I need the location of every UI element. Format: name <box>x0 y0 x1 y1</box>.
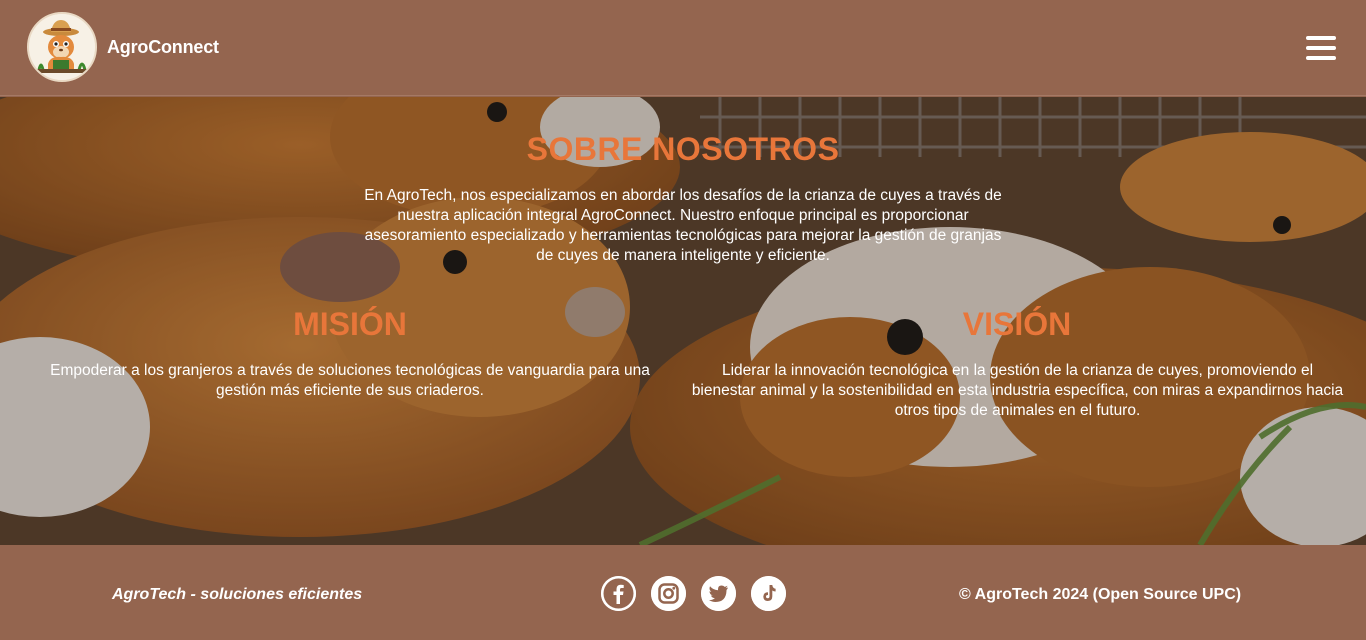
tiktok-icon[interactable] <box>751 576 786 611</box>
mision-title: MISIÓN <box>293 306 407 342</box>
footer-copyright: © AgroTech 2024 (Open Source UPC) <box>959 586 1242 603</box>
vision-text: Liderar la innovación tecnológica en la … <box>691 362 1344 419</box>
twitter-icon[interactable] <box>701 576 736 611</box>
vision-title: VISIÓN <box>962 306 1072 342</box>
social-links <box>601 576 786 611</box>
brand-name[interactable]: AgroConnect <box>107 37 219 58</box>
menu-line <box>1306 46 1336 50</box>
about-title: SOBRE NOSOTROS <box>526 131 840 167</box>
site-header: AgroConnect <box>0 0 1366 96</box>
site-footer: AgroTech - soluciones eficientes © AgroT… <box>0 545 1366 640</box>
about-section: SOBRE NOSOTROS En AgroTech, nos especial… <box>0 97 1366 545</box>
about-text: En AgroTech, nos especializamos en abord… <box>364 187 1002 264</box>
mision-text: Empoderar a los granjeros a través de so… <box>50 362 650 399</box>
menu-line <box>1306 36 1336 40</box>
instagram-icon[interactable] <box>651 576 686 611</box>
menu-line <box>1306 56 1336 60</box>
hamburger-menu-icon[interactable] <box>1306 36 1336 60</box>
facebook-icon[interactable] <box>601 576 636 611</box>
guinea-pig-logo-icon[interactable] <box>27 12 97 82</box>
footer-tagline: AgroTech - soluciones eficientes <box>112 586 363 603</box>
